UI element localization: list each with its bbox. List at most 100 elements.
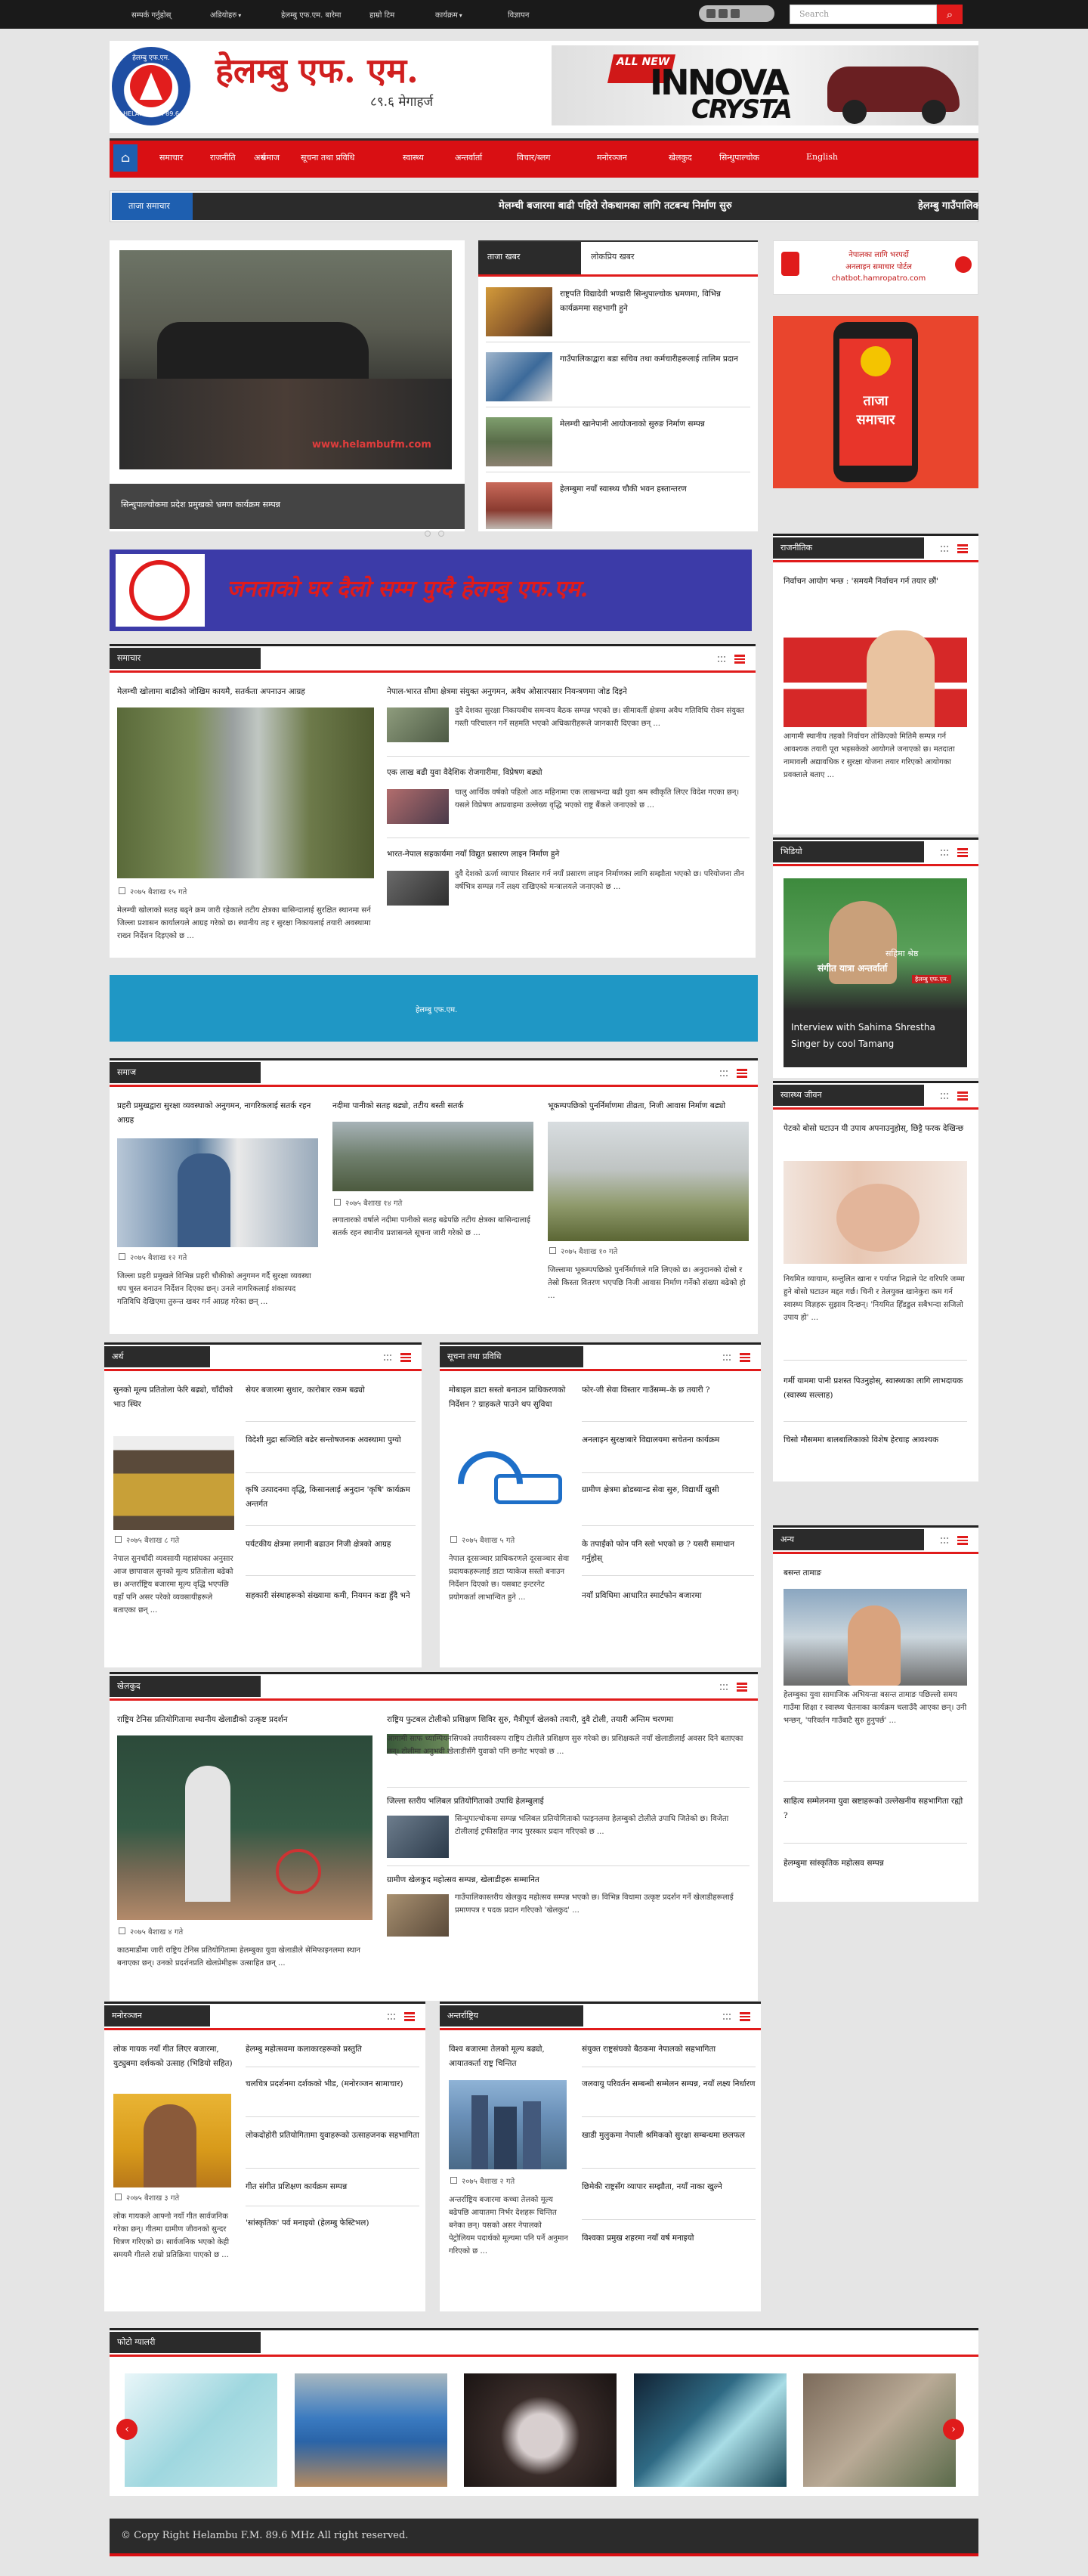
section-title[interactable]: स्वास्थ्य जीवन (773, 1085, 924, 1106)
article-link[interactable]: हेलम्बुमा सांस्कृतिक महोत्सव सम्पन्न (784, 1856, 967, 1872)
article-image[interactable] (332, 1122, 533, 1191)
tab-item-title[interactable]: मेलम्ची खानेपानी आयोजनाको सुरुङ निर्माण … (560, 417, 749, 447)
article-link[interactable]: के तपाईंको फोन पनि स्लो भएको छ ? यसरी सम… (582, 1537, 754, 1568)
article-image[interactable] (548, 1122, 749, 1241)
slider-dot[interactable] (438, 531, 444, 537)
article-thumb[interactable] (387, 707, 449, 742)
nav-item[interactable]: सूचना तथा प्रविधि (301, 152, 354, 163)
grid-icon[interactable] (388, 2014, 395, 2020)
article-image[interactable] (113, 2094, 231, 2187)
article-title[interactable]: प्रहरी प्रमुखद्वारा सुरक्षा व्यवस्थाको अ… (117, 1099, 321, 1129)
list-icon[interactable] (740, 1353, 750, 1362)
article-title[interactable]: बसन्त तामाङ (784, 1566, 972, 1581)
article-thumb[interactable] (387, 1894, 449, 1937)
view-toggle[interactable] (941, 543, 971, 554)
gallery-image[interactable] (295, 2373, 447, 2487)
article-title[interactable]: ग्रामीण खेलकुद महोत्सव सम्पन्न, खेलाडीहर… (387, 1873, 750, 1888)
blue-banner-ad[interactable]: हेलम्बु एफ.एम. (110, 975, 758, 1042)
grid-icon[interactable] (718, 656, 725, 662)
list-icon[interactable] (404, 2012, 415, 2021)
section-title[interactable]: अर्थ (104, 1346, 210, 1367)
article-title[interactable]: भारत-नेपाल सहकार्यमा नयाँ विद्युत प्रसार… (387, 847, 750, 862)
slider-image[interactable]: www.helambufm.com (119, 250, 452, 469)
nav-item[interactable]: अन्तर्वार्ता (455, 152, 482, 163)
grid-icon[interactable] (723, 1355, 731, 1361)
view-toggle[interactable] (723, 2011, 753, 2022)
article-link[interactable]: खाडी मुलुकमा नेपाली श्रमिकको सुरक्षा सम्… (582, 2129, 756, 2159)
article-thumb[interactable] (387, 871, 449, 906)
article-title[interactable]: विश्व बजारमा तेलको मूल्य बढ्यो, आयातकर्त… (449, 2042, 570, 2073)
search-input[interactable]: Search (790, 5, 937, 24)
nav-item[interactable]: मनोरञ्जन (597, 152, 627, 163)
article-link[interactable]: छिमेकी राष्ट्रसँग व्यापार सम्झौता, नयाँ … (582, 2180, 756, 2210)
grid-icon[interactable] (720, 1684, 728, 1690)
list-icon[interactable] (734, 655, 745, 664)
top-link-about[interactable]: हेलम्बु एफ.एम. बारेमा (281, 9, 341, 20)
grid-icon[interactable] (941, 546, 948, 552)
article-thumb[interactable] (387, 1816, 449, 1858)
grid-icon[interactable] (720, 1070, 728, 1076)
article-link[interactable]: ग्रामीण क्षेत्रमा ब्रोडब्यान्ड सेवा सुरु… (582, 1483, 754, 1513)
article-link[interactable]: सेयर बजारमा सुधार, कारोबार रकम बढ्यो (246, 1383, 416, 1413)
top-link-team[interactable]: हाम्रो टिम (369, 9, 394, 20)
article-image[interactable] (449, 1436, 570, 1530)
nav-item[interactable]: English (806, 152, 838, 162)
gallery-image[interactable] (125, 2373, 277, 2487)
mid-banner-ad[interactable]: जनताको घर दैलो सम्म पुग्दै हेलम्बु एफ.एम… (110, 550, 752, 631)
article-title[interactable]: राष्ट्रिय फुटबल टोलीको प्रशिक्षण शिविर स… (387, 1713, 750, 1728)
sidebar-ad-hamropatro[interactable]: नेपालका लागि भरपर्दो अनलाइन समाचार पोर्ट… (773, 240, 978, 295)
ticker-item[interactable]: मेलम्ची बजारमा बाढी पहिरो रोकथामका लागि … (499, 193, 732, 220)
social-toggles[interactable] (699, 5, 774, 22)
list-icon[interactable] (737, 1069, 747, 1078)
article-image[interactable] (784, 615, 967, 727)
article-image[interactable] (113, 1436, 234, 1530)
section-title[interactable]: मनोरञ्जन (104, 2005, 210, 2026)
view-toggle[interactable] (941, 1535, 971, 1546)
article-title[interactable]: मोबाइल डाटा सस्तो बनाउन प्राधिकरणको निर्… (449, 1383, 570, 1429)
section-title[interactable]: समाचार (110, 648, 261, 669)
article-link[interactable]: फोर-जी सेवा विस्तार गाउँसम्म–के छ तयारी … (582, 1383, 754, 1413)
section-title[interactable]: अन्तर्राष्ट्रिय (440, 2005, 583, 2026)
article-title[interactable]: मेलम्ची खोलामा बाढीको जोखिम कायमै, सतर्क… (117, 685, 374, 700)
view-toggle[interactable] (720, 1068, 750, 1079)
article-link[interactable]: सहकारी संस्थाहरूको संख्यामा कमी, नियमन क… (246, 1589, 416, 1619)
view-toggle[interactable] (723, 1352, 753, 1363)
site-logo[interactable]: हेलम्बु एफ.एम. HELAMBU FM 89.6 (112, 47, 190, 125)
article-image[interactable] (784, 1161, 967, 1264)
article-link[interactable]: कृषि उत्पादनमा वृद्धि, किसानलाई अनुदान '… (246, 1483, 416, 1513)
nav-item[interactable]: विचार/ब्लग (517, 152, 550, 163)
list-icon[interactable] (740, 2012, 750, 2021)
gallery-next-button[interactable]: › (943, 2419, 964, 2440)
article-title[interactable]: जिल्ला स्तरीय भलिबल प्रतियोगिताको उपाधि … (387, 1794, 750, 1810)
ticker-item[interactable]: हेलम्बु गाउँपालिकाद्वारा कृषि अनुदान वित… (918, 193, 978, 220)
article-link[interactable]: अनलाइन सुरक्षाबारे विद्यालयमा सचेतना कार… (582, 1433, 754, 1463)
article-thumb[interactable] (387, 789, 449, 824)
top-link-ads[interactable]: विज्ञापन (508, 9, 529, 20)
section-title[interactable]: राजनीतिक (773, 537, 924, 559)
slider-caption[interactable]: सिन्धुपाल्चोकमा प्रदेश प्रमुखको भ्रमण का… (110, 484, 465, 529)
article-link[interactable]: विश्वका प्रमुख शहरमा नयाँ वर्ष मनाइयो (582, 2231, 756, 2246)
section-title[interactable]: भिडियो (773, 841, 924, 862)
nav-item[interactable]: समाचार (159, 152, 183, 163)
gallery-image[interactable] (803, 2373, 956, 2487)
article-image[interactable] (117, 707, 374, 878)
nav-item[interactable]: सिन्धुपाल्चोक (719, 152, 759, 163)
article-link[interactable]: लोकदोहोरी प्रतियोगितामा युवाहरूको उत्साह… (246, 2129, 419, 2159)
site-name[interactable]: हेलम्बु एफ. एम. (215, 47, 419, 93)
view-toggle[interactable] (941, 847, 971, 858)
article-link[interactable]: चिसो मौसममा बालबालिकाको विशेष हेरचाह आवश… (784, 1433, 967, 1448)
list-icon[interactable] (957, 544, 968, 553)
list-icon[interactable] (957, 848, 968, 857)
list-icon[interactable] (737, 1683, 747, 1692)
top-link-contact[interactable]: सम्पर्क गर्नुहोस् (131, 9, 171, 20)
top-link-audio[interactable]: अडियोहरु ▾ (210, 9, 241, 20)
tab-item-title[interactable]: हेलम्बुमा नयाँ स्वास्थ्य चौकी भवन हस्तान… (560, 482, 749, 512)
nav-item[interactable]: स्वास्थ्य (403, 152, 424, 163)
list-icon[interactable] (957, 1536, 968, 1545)
article-link[interactable]: 'सांस्कृतिक' पर्व मनाइयो (हेलम्बु फेस्टि… (246, 2216, 419, 2246)
grid-icon[interactable] (941, 1537, 948, 1543)
article-image[interactable] (117, 1735, 372, 1920)
view-toggle[interactable] (384, 1352, 414, 1363)
article-image[interactable] (784, 1589, 967, 1686)
article-link[interactable]: विदेशी मुद्रा सञ्चिति बढेर सन्तोषजनक अवस… (246, 1433, 416, 1463)
